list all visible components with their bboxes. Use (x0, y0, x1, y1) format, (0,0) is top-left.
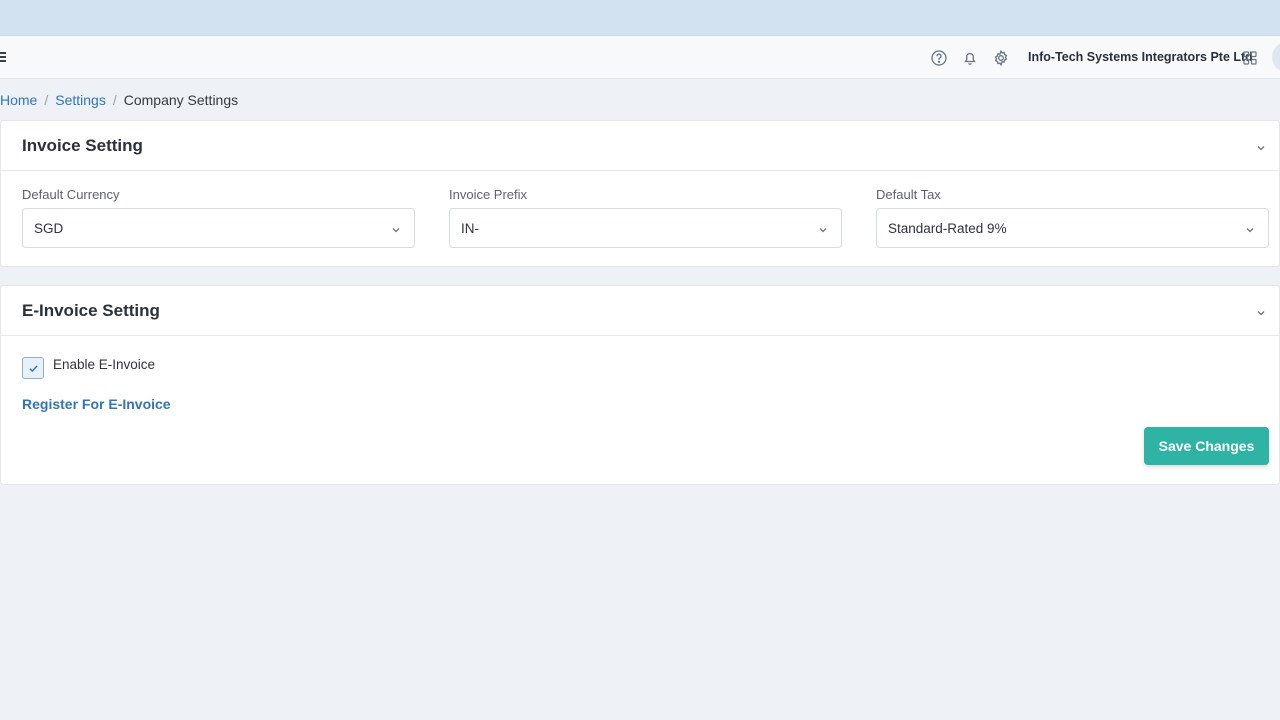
gear-icon[interactable] (992, 49, 1010, 67)
breadcrumb-settings[interactable]: Settings (55, 92, 106, 108)
default-currency-label: Default Currency (22, 187, 120, 202)
register-einvoice-link[interactable]: Register For E-Invoice (22, 396, 171, 412)
card-title: Invoice Setting (22, 136, 143, 155)
chevron-down-icon (390, 223, 402, 235)
check-icon (29, 365, 38, 373)
invoice-setting-header[interactable]: Invoice Setting (1, 121, 1279, 171)
card-title: E-Invoice Setting (22, 301, 160, 320)
select-value: IN- (461, 221, 479, 236)
help-icon[interactable] (930, 49, 948, 67)
menu-icon[interactable] (0, 52, 6, 62)
select-value: Standard-Rated 9% (888, 221, 1007, 236)
chevron-down-icon[interactable] (1255, 141, 1267, 153)
company-name[interactable]: Info-Tech Systems Integrators Pte Ltd (1028, 50, 1253, 64)
einvoice-setting-header[interactable]: E-Invoice Setting (1, 286, 1279, 336)
chevron-down-icon (817, 223, 829, 235)
invoice-setting-card: Invoice Setting Default Currency SGD Inv… (0, 120, 1280, 267)
default-tax-select[interactable]: Standard-Rated 9% (876, 208, 1269, 248)
top-header: Info-Tech Systems Integrators Pte Ltd (0, 36, 1280, 79)
breadcrumb-separator: / (44, 92, 49, 108)
invoice-prefix-select[interactable]: IN- (449, 208, 842, 248)
chevron-down-icon (1244, 223, 1256, 235)
breadcrumb-home[interactable]: Home (0, 92, 37, 108)
select-value: SGD (34, 221, 64, 236)
einvoice-setting-card: E-Invoice Setting Enable E-Invoice Regis… (0, 285, 1280, 485)
enable-einvoice-checkbox[interactable] (22, 357, 44, 379)
bell-icon[interactable] (961, 49, 979, 67)
invoice-prefix-label: Invoice Prefix (449, 187, 528, 202)
default-currency-select[interactable]: SGD (22, 208, 415, 248)
apps-grid-icon[interactable] (1241, 49, 1259, 67)
avatar[interactable] (1272, 42, 1280, 72)
breadcrumb-current: Company Settings (123, 92, 239, 108)
chevron-down-icon[interactable] (1255, 306, 1267, 318)
breadcrumb-separator: / (112, 92, 117, 108)
default-tax-label: Default Tax (876, 187, 941, 202)
enable-einvoice-label[interactable]: Enable E-Invoice (53, 357, 155, 372)
breadcrumb: Home / Settings / Company Settings (0, 92, 238, 108)
save-changes-button[interactable]: Save Changes (1144, 427, 1269, 465)
top-strip (0, 0, 1280, 36)
